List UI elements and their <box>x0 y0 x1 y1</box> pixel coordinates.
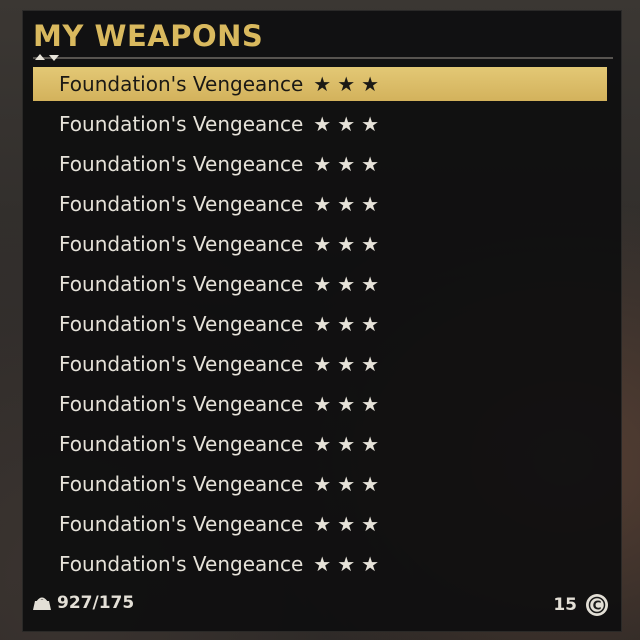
weapon-name: Foundation's Vengeance <box>59 312 304 336</box>
weapon-row[interactable]: Foundation's Vengeance ★★★ <box>33 507 607 541</box>
legendary-stars-icon: ★★★ <box>313 152 386 176</box>
caps-counter: 15 C <box>553 593 609 617</box>
weapon-name: Foundation's Vengeance <box>59 512 304 536</box>
background: MY WEAPONS Foundation's Vengeance ★★★ Foun… <box>0 0 640 640</box>
weapon-name: Foundation's Vengeance <box>59 352 304 376</box>
weapon-row[interactable]: Foundation's Vengeance ★★★ <box>33 427 607 461</box>
page-title: MY WEAPONS <box>33 19 264 53</box>
legendary-stars-icon: ★★★ <box>313 472 386 496</box>
legendary-stars-icon: ★★★ <box>313 352 386 376</box>
weapon-name: Foundation's Vengeance <box>59 432 304 456</box>
weapon-name: Foundation's Vengeance <box>59 392 304 416</box>
caps-value: 15 <box>553 595 577 615</box>
legendary-stars-icon: ★★★ <box>313 552 386 576</box>
sort-toggle[interactable] <box>35 51 75 63</box>
legendary-stars-icon: ★★★ <box>313 272 386 296</box>
weapon-row[interactable]: Foundation's Vengeance ★★★ <box>33 467 607 501</box>
weapon-row[interactable]: Foundation's Vengeance ★★★ <box>33 347 607 381</box>
weapon-row[interactable]: Foundation's Vengeance ★★★ <box>33 307 607 341</box>
legendary-stars-icon: ★★★ <box>313 512 386 536</box>
legendary-stars-icon: ★★★ <box>313 232 386 256</box>
legendary-stars-icon: ★★★ <box>313 72 386 96</box>
weapon-row-selected[interactable]: Foundation's Vengeance ★★★ <box>33 67 607 101</box>
carry-weight-value: 927/175 <box>57 593 135 613</box>
weapon-row[interactable]: Foundation's Vengeance ★★★ <box>33 107 607 141</box>
weapon-name: Foundation's Vengeance <box>59 72 304 96</box>
weapon-name: Foundation's Vengeance <box>59 112 304 136</box>
legendary-stars-icon: ★★★ <box>313 112 386 136</box>
inventory-panel: MY WEAPONS Foundation's Vengeance ★★★ Foun… <box>22 10 622 632</box>
legendary-stars-icon: ★★★ <box>313 192 386 216</box>
weapon-name: Foundation's Vengeance <box>59 272 304 296</box>
legendary-stars-icon: ★★★ <box>313 312 386 336</box>
weapon-name: Foundation's Vengeance <box>59 552 304 576</box>
sort-up-icon <box>35 54 45 60</box>
bottle-cap-icon: C <box>586 594 608 616</box>
weapon-row[interactable]: Foundation's Vengeance ★★★ <box>33 227 607 261</box>
legendary-stars-icon: ★★★ <box>313 392 386 416</box>
weight-icon <box>33 597 51 610</box>
weapon-name: Foundation's Vengeance <box>59 472 304 496</box>
inventory-footer: 927/175 15 C <box>33 593 609 617</box>
weapon-row[interactable]: Foundation's Vengeance ★★★ <box>33 547 607 581</box>
weapon-row[interactable]: Foundation's Vengeance ★★★ <box>33 147 607 181</box>
weapon-row[interactable]: Foundation's Vengeance ★★★ <box>33 187 607 221</box>
weapon-name: Foundation's Vengeance <box>59 152 304 176</box>
carry-weight: 927/175 <box>33 593 134 613</box>
legendary-stars-icon: ★★★ <box>313 432 386 456</box>
weapon-row[interactable]: Foundation's Vengeance ★★★ <box>33 387 607 421</box>
sort-down-icon <box>49 55 59 61</box>
weapon-name: Foundation's Vengeance <box>59 232 304 256</box>
svg-text:C: C <box>593 599 602 613</box>
title-divider <box>33 57 613 59</box>
weapon-list: Foundation's Vengeance ★★★ Foundation's Ve… <box>33 67 607 587</box>
weapon-row[interactable]: Foundation's Vengeance ★★★ <box>33 267 607 301</box>
weapon-name: Foundation's Vengeance <box>59 192 304 216</box>
